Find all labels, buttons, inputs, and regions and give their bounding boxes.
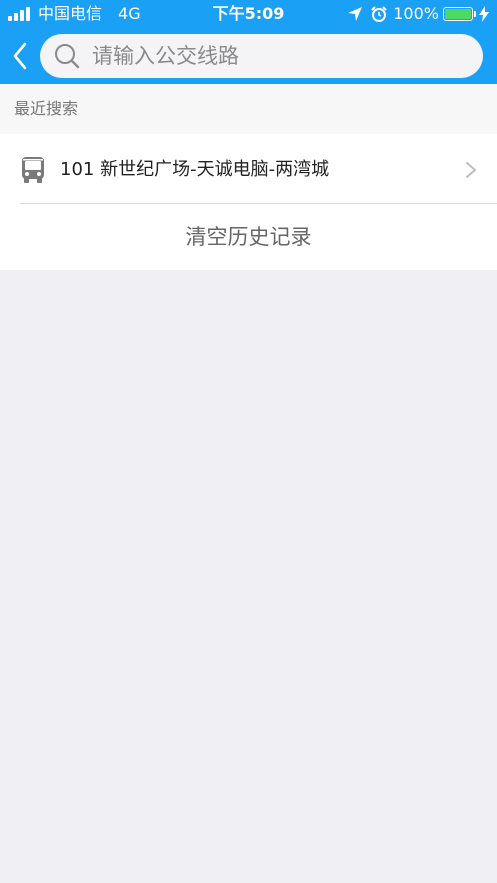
search-icon	[52, 41, 82, 71]
location-arrow-icon	[347, 6, 363, 22]
clear-history-button[interactable]: 清空历史记录	[0, 204, 497, 270]
charging-bolt-icon	[479, 6, 489, 22]
status-right: 100%	[347, 4, 489, 24]
alarm-icon	[371, 6, 387, 22]
history-item[interactable]: 101 新世纪广场-天诚电脑-两湾城	[0, 134, 497, 204]
status-bar: 中国电信 4G 下午5:09 100%	[0, 0, 497, 28]
history-item-label: 101 新世纪广场-天诚电脑-两湾城	[60, 159, 330, 180]
chevron-left-icon	[13, 42, 27, 70]
chevron-right-icon	[466, 162, 476, 178]
search-input[interactable]	[92, 44, 452, 68]
bus-icon	[22, 157, 44, 183]
battery-icon	[443, 7, 476, 21]
back-button[interactable]	[4, 36, 36, 76]
header: 中国电信 4G 下午5:09 100%	[0, 0, 497, 84]
search-box[interactable]	[40, 34, 483, 78]
recent-section-title: 最近搜索	[14, 99, 79, 118]
recent-section-header: 最近搜索	[0, 84, 497, 134]
battery-percent: 100%	[393, 4, 439, 23]
battery-fill	[445, 9, 471, 19]
